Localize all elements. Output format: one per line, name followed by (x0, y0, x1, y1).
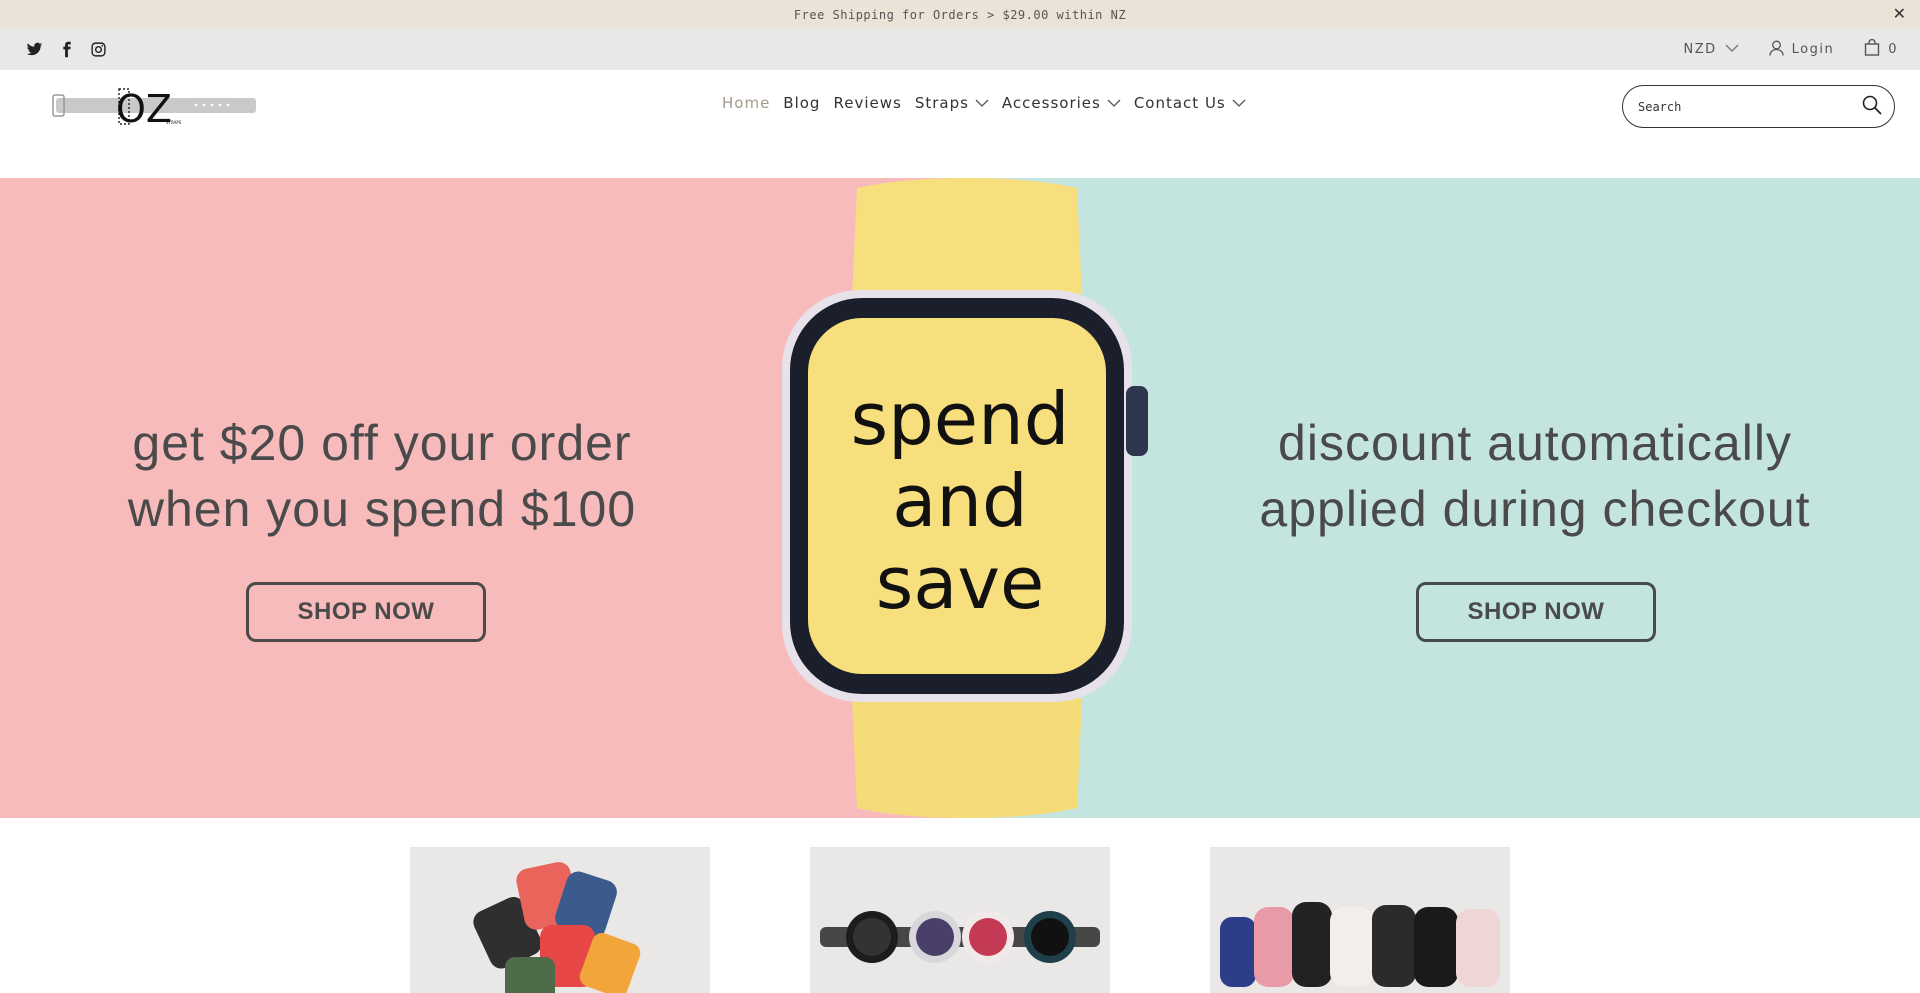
category-tile-samsung[interactable] (810, 847, 1110, 993)
nav-label: Blog (783, 94, 821, 112)
nav-item-blog[interactable]: Blog (783, 94, 820, 112)
nav-label: Contact Us (1133, 94, 1226, 112)
utility-nav: NZD Login 0 (1684, 38, 1899, 60)
main-nav: Home Blog Reviews Straps Accessories Con… (722, 94, 1246, 112)
watch-text-line-2: and (892, 459, 1028, 543)
apple-watches-image (473, 862, 641, 993)
nav-item-contact[interactable]: Contact Us (1134, 94, 1246, 112)
hero-left-line-2: when you spend $100 (127, 481, 637, 537)
nav-item-accessories[interactable]: Accessories (1002, 94, 1121, 112)
hero-right-text: discount automatically applied during ch… (1235, 410, 1835, 542)
chevron-down-icon (1232, 94, 1246, 112)
shop-now-button-right[interactable]: SHOP NOW (1416, 582, 1656, 642)
chevron-down-icon (1107, 94, 1121, 112)
category-tile-fitbit[interactable] (1210, 847, 1510, 993)
nav-label: Home (722, 94, 771, 112)
category-tiles (0, 818, 1920, 993)
currency-label: NZD (1683, 42, 1717, 57)
nav-item-home[interactable]: Home (722, 94, 770, 112)
search-icon[interactable] (1862, 95, 1882, 119)
utility-bar: NZD Login 0 (0, 29, 1920, 70)
chevron-down-icon (975, 94, 989, 112)
hero-right-line-1: discount automatically (1278, 415, 1792, 471)
logo-subtext: STRAPS (166, 120, 182, 125)
category-tile-apple[interactable] (410, 847, 710, 993)
watch-text-line-1: spend (850, 377, 1070, 461)
samsung-watches-image (820, 911, 1100, 963)
nav-item-reviews[interactable]: Reviews (833, 94, 901, 112)
login-label: Login (1791, 42, 1835, 57)
hero-right-line-2: applied during checkout (1259, 481, 1811, 537)
cart-link[interactable]: 0 (1864, 38, 1898, 60)
nav-label: Straps (914, 94, 969, 112)
user-icon (1768, 40, 1784, 60)
social-links (26, 41, 107, 58)
logo[interactable]: OZ STRAPS (52, 86, 257, 131)
facebook-icon[interactable] (58, 41, 75, 58)
twitter-icon[interactable] (26, 41, 43, 58)
logo-text: OZ (116, 87, 172, 126)
watch-text-line-3: save (875, 541, 1045, 625)
watch-screen-text: spend and save (815, 378, 1105, 624)
instagram-icon[interactable] (90, 41, 107, 58)
cart-icon (1864, 38, 1880, 60)
hero-left-line-1: get $20 off your order (132, 415, 632, 471)
announcement-bar: Free Shipping for Orders > $29.00 within… (0, 0, 1920, 29)
search-box (1622, 85, 1895, 128)
site-header: OZ STRAPS Home Blog Reviews Straps Acces… (0, 70, 1920, 178)
cart-count: 0 (1888, 42, 1898, 57)
hero-banner[interactable]: get $20 off your order when you spend $1… (0, 178, 1920, 818)
shop-now-button-left[interactable]: SHOP NOW (246, 582, 486, 642)
fitbit-watches-image (1220, 902, 1500, 987)
login-link[interactable]: Login (1768, 40, 1835, 60)
chevron-down-icon (1725, 42, 1739, 57)
nav-item-straps[interactable]: Straps (915, 94, 989, 112)
search-input[interactable] (1638, 99, 1862, 114)
announcement-text: Free Shipping for Orders > $29.00 within… (793, 7, 1127, 22)
close-icon[interactable]: ✕ (1893, 5, 1906, 23)
nav-label: Accessories (1001, 94, 1101, 112)
nav-label: Reviews (833, 94, 902, 112)
currency-selector[interactable]: NZD (1684, 42, 1739, 57)
hero-left-text: get $20 off your order when you spend $1… (82, 410, 682, 542)
